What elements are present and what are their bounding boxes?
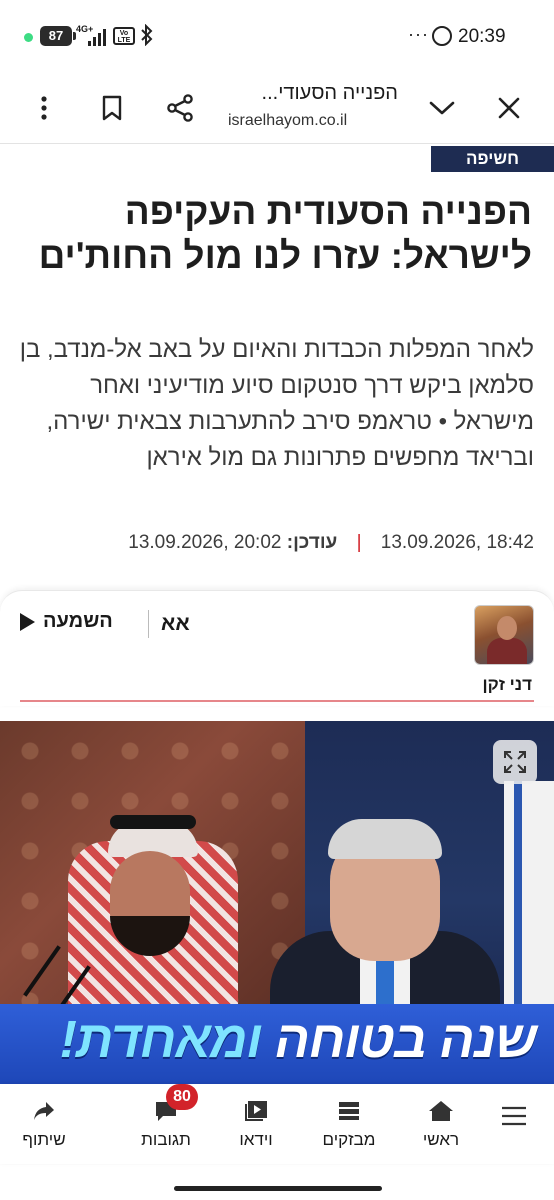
close-icon[interactable] xyxy=(487,86,531,130)
comments-count-badge: 80 xyxy=(166,1084,198,1110)
clock: 20:39 xyxy=(458,26,506,47)
battery-indicator: 87 xyxy=(40,26,76,46)
bottom-navigation: שיתוף תגובות וידאו מבזקים ראשי xyxy=(0,1084,554,1164)
expand-image-icon[interactable] xyxy=(493,740,537,784)
author-name[interactable]: דני זקן xyxy=(482,675,532,695)
photo-person-right xyxy=(270,801,530,1031)
nav-label-news-flash: מבזקים xyxy=(322,1130,376,1149)
photo-person-left xyxy=(48,811,248,1021)
author-card: דני זקן xyxy=(0,590,554,706)
date-separator: | xyxy=(356,532,362,553)
nav-label-comments: תגובות xyxy=(141,1130,191,1149)
nav-item-home[interactable]: ראשי xyxy=(401,1098,481,1150)
news-flash-icon xyxy=(336,1098,362,1124)
cellular-signal-icon: 4G+ xyxy=(76,24,110,48)
bookmark-icon[interactable] xyxy=(90,86,134,130)
play-icon xyxy=(20,612,35,631)
video-icon xyxy=(243,1098,269,1124)
nav-label-video: וידאו xyxy=(239,1130,273,1149)
nav-item-share[interactable]: שיתוף xyxy=(4,1098,84,1150)
card-divider xyxy=(20,700,534,702)
page-title[interactable]: הפנייה הסעודי... xyxy=(228,82,398,105)
nav-item-video[interactable]: וידאו xyxy=(216,1098,296,1150)
page-url[interactable]: israelhayom.co.il xyxy=(228,112,347,130)
font-size-toggle[interactable]: אא xyxy=(148,610,190,638)
hamburger-menu-icon[interactable] xyxy=(484,1106,544,1126)
updated-date: 20:02 ,13.09.2026 xyxy=(128,532,282,553)
nav-label-home: ראשי xyxy=(422,1130,460,1149)
listen-button[interactable]: השמעה xyxy=(20,610,113,633)
category-tag[interactable]: חשיפה xyxy=(431,146,554,172)
listen-label: השמעה xyxy=(43,610,113,632)
nav-item-news-flash[interactable]: מבזקים xyxy=(309,1098,389,1150)
share-arrow-icon xyxy=(32,1098,56,1124)
gesture-home-bar[interactable] xyxy=(174,1186,382,1191)
chevron-down-icon[interactable] xyxy=(420,86,464,130)
promo-banner[interactable]: שנה בטוחה ומאחדת! xyxy=(0,1004,554,1084)
banner-text-main: שנה בטוחה xyxy=(261,1011,537,1069)
notification-dot-icon xyxy=(24,33,33,42)
article-dates: 18:42 ,13.09.2026 | עודכן: 20:02 ,13.09.… xyxy=(128,532,534,554)
nav-label-share: שיתוף xyxy=(22,1130,66,1149)
status-bar: 87 4G+ Vo LTE ··· 20:39 xyxy=(0,0,554,72)
more-notifications-icon: ··· xyxy=(408,24,429,44)
article-headline: הפנייה הסעודית העקיפה לישראל: עזרו לנו מ… xyxy=(38,191,532,276)
author-avatar[interactable] xyxy=(474,605,534,665)
bluetooth-icon xyxy=(140,23,154,52)
browser-toolbar: הפנייה הסעודי... israelhayom.co.il xyxy=(0,72,554,144)
volte-icon: Vo LTE xyxy=(113,27,135,45)
published-date: 18:42 ,13.09.2026 xyxy=(380,532,534,553)
home-icon xyxy=(428,1098,454,1124)
updated-label: עודכן: xyxy=(286,532,338,553)
banner-text-accent: ומאחדת! xyxy=(59,1011,263,1069)
share-icon[interactable] xyxy=(158,86,202,130)
article-subheadline: לאחר המפלות הכבדות והאיום על באב אל-מנדב… xyxy=(19,336,534,471)
more-vertical-icon[interactable] xyxy=(22,86,66,130)
whatsapp-icon xyxy=(432,26,452,46)
